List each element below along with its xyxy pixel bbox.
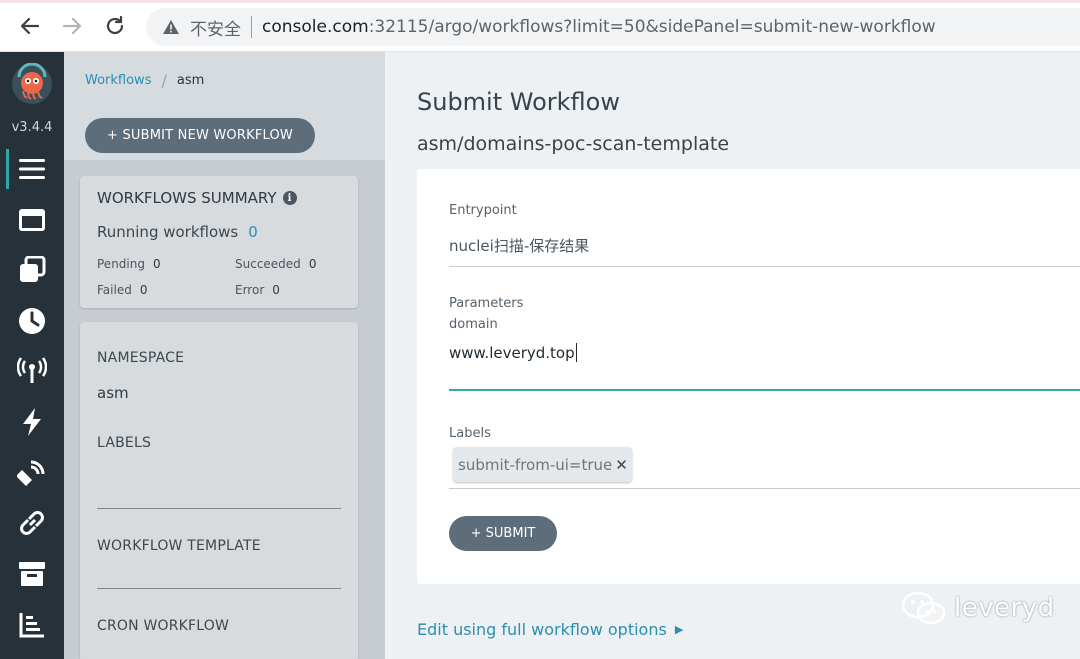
labels-filter-input[interactable] xyxy=(97,508,341,509)
cron-workflow-label: CRON WORKFLOW xyxy=(97,618,230,634)
watermark: leveryd xyxy=(900,588,1055,628)
back-arrow-icon xyxy=(20,17,40,35)
warning-icon[interactable] xyxy=(160,16,182,38)
succeeded-stat: Succeeded 0 xyxy=(235,257,316,271)
breadcrumb-separator: / xyxy=(161,71,167,90)
submit-button[interactable]: + SUBMIT xyxy=(449,516,557,551)
rail-event-flow[interactable] xyxy=(8,453,56,493)
breadcrumb: Workflows / asm xyxy=(85,71,204,90)
rail-archive[interactable] xyxy=(8,554,56,594)
failed-stat: Failed 0 xyxy=(97,283,147,297)
submit-new-workflow-button[interactable]: + SUBMIT NEW WORKFLOW xyxy=(85,118,315,153)
window-icon xyxy=(19,209,45,231)
argo-logo[interactable] xyxy=(11,62,53,105)
caret-right-icon: ▶ xyxy=(674,623,684,636)
running-label: Running workflows xyxy=(97,223,239,241)
clock-icon xyxy=(19,308,45,334)
error-stat: Error 0 xyxy=(235,283,280,297)
submit-form: Entrypoint nuclei扫描-保存结果 Parameters doma… xyxy=(417,169,1080,584)
url-separator xyxy=(251,16,252,38)
labels-filter-label: LABELS xyxy=(97,435,152,451)
reload-icon xyxy=(106,15,124,35)
failed-label: Failed xyxy=(97,283,132,297)
panel-title: Submit Workflow xyxy=(417,88,620,116)
summary-title-text: WORKFLOWS SUMMARY xyxy=(97,189,277,207)
namespace-value[interactable]: asm xyxy=(97,384,129,402)
wechat-icon xyxy=(901,591,946,625)
rail-sensors[interactable] xyxy=(8,402,56,442)
url-path: :32115/argo/workflows?limit=50&sidePanel… xyxy=(368,17,936,37)
template-name: asm/domains-poc-scan-template xyxy=(417,133,730,155)
failed-value: 0 xyxy=(139,283,148,297)
tab-strip-edge xyxy=(0,0,1080,3)
stack-icon xyxy=(20,256,46,282)
chart-icon xyxy=(19,613,44,638)
label-chip: submit-from-ui=true ✕ xyxy=(453,447,632,482)
workflows-summary-card: WORKFLOWS SUMMARY i Running workflows 0 P… xyxy=(80,176,358,308)
param-domain-value: www.leveryd.top xyxy=(449,343,575,362)
archive-icon xyxy=(19,562,45,586)
labels-input[interactable] xyxy=(449,488,1080,489)
submit-workflow-panel: Submit Workflow asm/domains-poc-scan-tem… xyxy=(385,52,1080,659)
error-value: 0 xyxy=(272,283,280,297)
running-count[interactable]: 0 xyxy=(248,223,258,241)
edit-link-text: Edit using full workflow options xyxy=(417,620,667,639)
browser-toolbar: 不安全 console.com:32115/argo/workflows?lim… xyxy=(0,0,1080,52)
forward-button[interactable] xyxy=(56,10,88,42)
back-button[interactable] xyxy=(14,10,46,42)
parameters-label: Parameters xyxy=(449,296,524,311)
link-icon xyxy=(20,511,44,535)
workflows-sidebar: Workflows / asm + SUBMIT NEW WORKFLOW WO… xyxy=(64,52,385,659)
filters-card: NAMESPACE asm LABELS WORKFLOW TEMPLATE C… xyxy=(80,322,358,659)
forward-arrow-icon xyxy=(62,17,82,35)
succeeded-value: 0 xyxy=(308,257,317,271)
entrypoint-label: Entrypoint xyxy=(449,203,517,218)
param-domain-underline xyxy=(449,389,1080,391)
info-icon[interactable]: i xyxy=(282,191,297,205)
param-domain-label: domain xyxy=(449,317,498,332)
rail-api-docs[interactable] xyxy=(8,503,56,543)
antenna-icon xyxy=(17,357,47,383)
pending-value: 0 xyxy=(152,257,161,271)
namespace-label: NAMESPACE xyxy=(97,350,185,366)
rail-reports[interactable] xyxy=(8,605,56,645)
url-host: console.com xyxy=(262,17,369,37)
watermark-text: leveryd xyxy=(954,593,1055,623)
nav-rail: v3.4.4 xyxy=(0,52,64,659)
succeeded-label: Succeeded xyxy=(235,257,301,271)
error-label: Error xyxy=(235,283,265,297)
address-bar[interactable]: 不安全 console.com:32115/argo/workflows?lim… xyxy=(146,8,1080,46)
pending-label: Pending xyxy=(97,257,145,271)
satellite-icon xyxy=(17,460,45,486)
pending-stat: Pending 0 xyxy=(97,257,161,271)
label-chip-text: submit-from-ui=true xyxy=(458,455,613,474)
url-text[interactable]: console.com:32115/argo/workflows?limit=5… xyxy=(262,17,936,37)
workflow-template-select[interactable] xyxy=(97,588,341,589)
rail-cron[interactable] xyxy=(8,301,56,341)
param-domain-input[interactable]: www.leveryd.top xyxy=(449,343,577,362)
breadcrumb-current: asm xyxy=(176,73,205,88)
text-caret xyxy=(575,343,577,362)
rail-event-sources[interactable] xyxy=(8,351,56,391)
breadcrumb-workflows-link[interactable]: Workflows xyxy=(85,73,151,88)
summary-title: WORKFLOWS SUMMARY i xyxy=(97,189,297,207)
lightning-icon xyxy=(23,408,41,436)
rail-cluster-templates[interactable] xyxy=(8,250,56,290)
labels-label: Labels xyxy=(449,426,491,441)
entrypoint-select[interactable]: nuclei扫描-保存结果 xyxy=(449,235,589,256)
version-label: v3.4.4 xyxy=(11,120,53,135)
menu-icon xyxy=(19,159,45,179)
security-label[interactable]: 不安全 xyxy=(190,15,241,40)
running-workflows: Running workflows 0 xyxy=(97,223,258,241)
remove-label-icon[interactable]: ✕ xyxy=(615,456,628,474)
rail-templates[interactable] xyxy=(8,200,56,240)
entrypoint-underline xyxy=(449,266,1080,267)
reload-button[interactable] xyxy=(99,10,131,42)
workflow-template-label: WORKFLOW TEMPLATE xyxy=(97,538,261,554)
rail-workflows[interactable] xyxy=(6,149,56,189)
edit-full-options-link[interactable]: Edit using full workflow options ▶ xyxy=(417,620,683,639)
